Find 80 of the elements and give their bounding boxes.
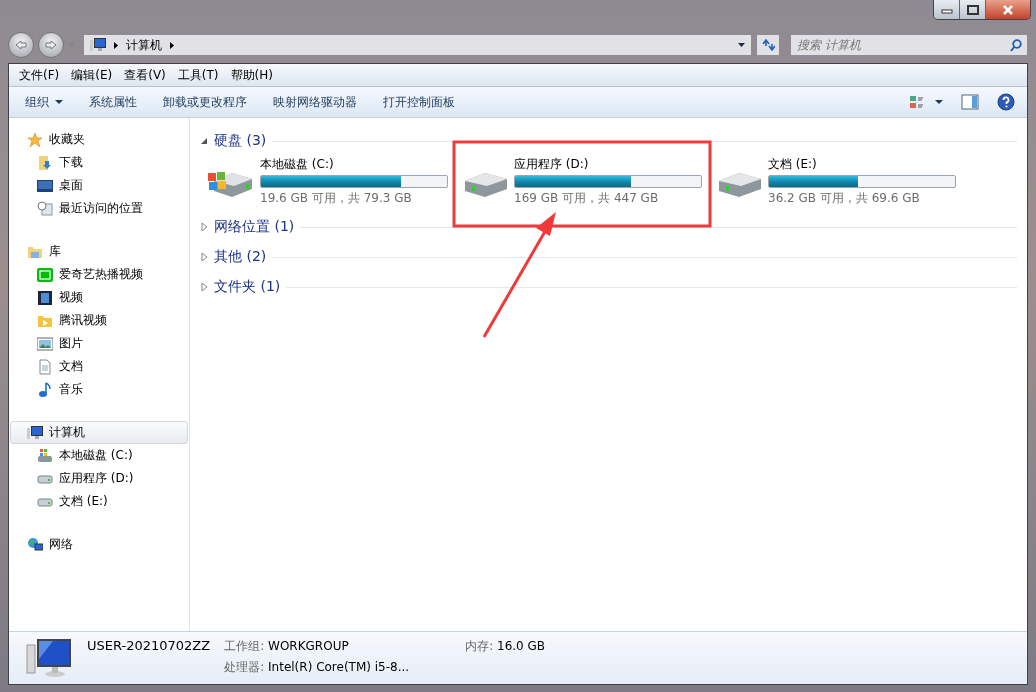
star-icon xyxy=(27,131,43,148)
details-field: 内存: 16.0 GB xyxy=(465,638,546,655)
computer-icon xyxy=(90,37,106,53)
sidebar-item[interactable]: 库 xyxy=(10,240,188,263)
caret-icon[interactable] xyxy=(55,100,63,104)
collapse-arrow-icon[interactable] xyxy=(200,137,208,145)
sidebar-item[interactable]: 图片 xyxy=(10,332,188,355)
computer-name: USER-20210702ZZ xyxy=(87,638,211,653)
sidebar-item[interactable]: 视频 xyxy=(10,286,188,309)
sidebar-item[interactable]: 收藏夹 xyxy=(10,128,188,151)
help-button[interactable] xyxy=(995,91,1017,113)
recent-places-icon xyxy=(37,200,53,217)
computer-icon xyxy=(27,424,43,441)
video-app-icon xyxy=(37,266,53,283)
expand-arrow-icon[interactable] xyxy=(200,223,208,231)
free-space-text: 169 GB 可用，共 447 GB xyxy=(514,189,660,207)
close-icon[interactable] xyxy=(1002,4,1014,15)
menu-item[interactable]: 查看(V) xyxy=(120,64,170,86)
film-icon xyxy=(37,289,53,306)
sidebar-item[interactable]: 最近访问的位置 xyxy=(10,197,188,220)
maximize-icon[interactable] xyxy=(966,4,979,15)
expand-arrow-icon[interactable] xyxy=(200,253,208,261)
group-header[interactable]: 文件夹 (1) xyxy=(214,278,281,296)
drive-with-windows-icon xyxy=(37,447,53,464)
back-arrow-icon[interactable] xyxy=(15,40,27,50)
dropdown-caret-icon[interactable] xyxy=(738,43,745,47)
free-space-text: 36.2 GB 可用，共 69.6 GB xyxy=(768,189,921,207)
desktop-icon xyxy=(37,177,53,194)
forward-arrow-icon[interactable] xyxy=(45,40,57,50)
sidebar-item[interactable]: 应用程序 (D:) xyxy=(10,467,188,490)
view-options-button[interactable] xyxy=(907,93,945,111)
menu-item[interactable]: 帮助(H) xyxy=(226,64,277,86)
minimize-button[interactable] xyxy=(934,0,960,19)
group-header[interactable]: 硬盘 (3) xyxy=(214,132,267,150)
computer-icon xyxy=(25,637,73,679)
drive-name[interactable]: 应用程序 (D:) xyxy=(514,155,702,173)
toolbar-button[interactable]: 系统属性 xyxy=(83,90,143,114)
close-button[interactable] xyxy=(986,0,1030,19)
search-icon[interactable] xyxy=(1010,39,1022,52)
sidebar-item[interactable]: 桌面 xyxy=(10,174,188,197)
free-space-text: 19.6 GB 可用，共 79.3 GB xyxy=(260,189,413,207)
expand-arrow-icon[interactable] xyxy=(200,283,208,291)
drive-name[interactable]: 文档 (E:) xyxy=(768,155,956,173)
forward-button[interactable] xyxy=(38,32,64,58)
preview-pane-button[interactable] xyxy=(959,92,981,112)
sidebar-item[interactable]: 文档 xyxy=(10,355,188,378)
network-icon xyxy=(27,536,43,553)
menu-item[interactable]: 编辑(E) xyxy=(67,64,117,86)
document-icon xyxy=(37,358,53,375)
address-bar[interactable]: 计算机 xyxy=(83,34,752,56)
back-button[interactable] xyxy=(8,32,34,58)
toolbar-button[interactable]: 卸载或更改程序 xyxy=(157,90,253,114)
toolbar-button[interactable]: 映射网络驱动器 xyxy=(267,90,363,114)
sidebar-item[interactable]: 本地磁盘 (C:) xyxy=(10,444,188,467)
sidebar-item[interactable]: 爱奇艺热播视频 xyxy=(10,263,188,286)
sidebar-item[interactable]: 下载 xyxy=(10,151,188,174)
sidebar-item[interactable]: 音乐 xyxy=(10,378,188,401)
folder-download-icon xyxy=(37,154,53,171)
refresh-icon[interactable] xyxy=(761,39,775,51)
breadcrumb[interactable]: 计算机 xyxy=(126,36,162,54)
refresh-button[interactable] xyxy=(756,34,780,56)
group-header[interactable]: 其他 (2) xyxy=(214,248,267,266)
breadcrumb-arrow-icon[interactable] xyxy=(170,41,174,49)
drive-name[interactable]: 本地磁盘 (C:) xyxy=(260,155,448,173)
search-field[interactable]: 搜索 计算机 xyxy=(790,34,1028,56)
sidebar-item[interactable]: 腾讯视频 xyxy=(10,309,188,332)
details-field: 工作组: WORKGROUP xyxy=(224,638,410,655)
maximize-button[interactable] xyxy=(960,0,986,19)
toolbar-button[interactable]: 组织 xyxy=(19,90,69,114)
breadcrumb-arrow-icon[interactable] xyxy=(114,41,118,49)
picture-icon xyxy=(37,335,53,352)
menu-item[interactable]: 工具(T) xyxy=(173,64,223,86)
toolbar-button[interactable]: 打开控制面板 xyxy=(377,90,461,114)
sidebar-item[interactable]: 计算机 xyxy=(10,421,188,444)
sidebar-item[interactable]: 文档 (E:) xyxy=(10,490,188,513)
menu-item[interactable]: 文件(F) xyxy=(15,64,64,86)
sidebar-item[interactable]: 网络 xyxy=(10,533,188,556)
music-note-icon xyxy=(37,381,53,398)
details-field: 处理器: Intel(R) Core(TM) i5-8... xyxy=(224,659,410,676)
group-header[interactable]: 网络位置 (1) xyxy=(214,218,295,236)
